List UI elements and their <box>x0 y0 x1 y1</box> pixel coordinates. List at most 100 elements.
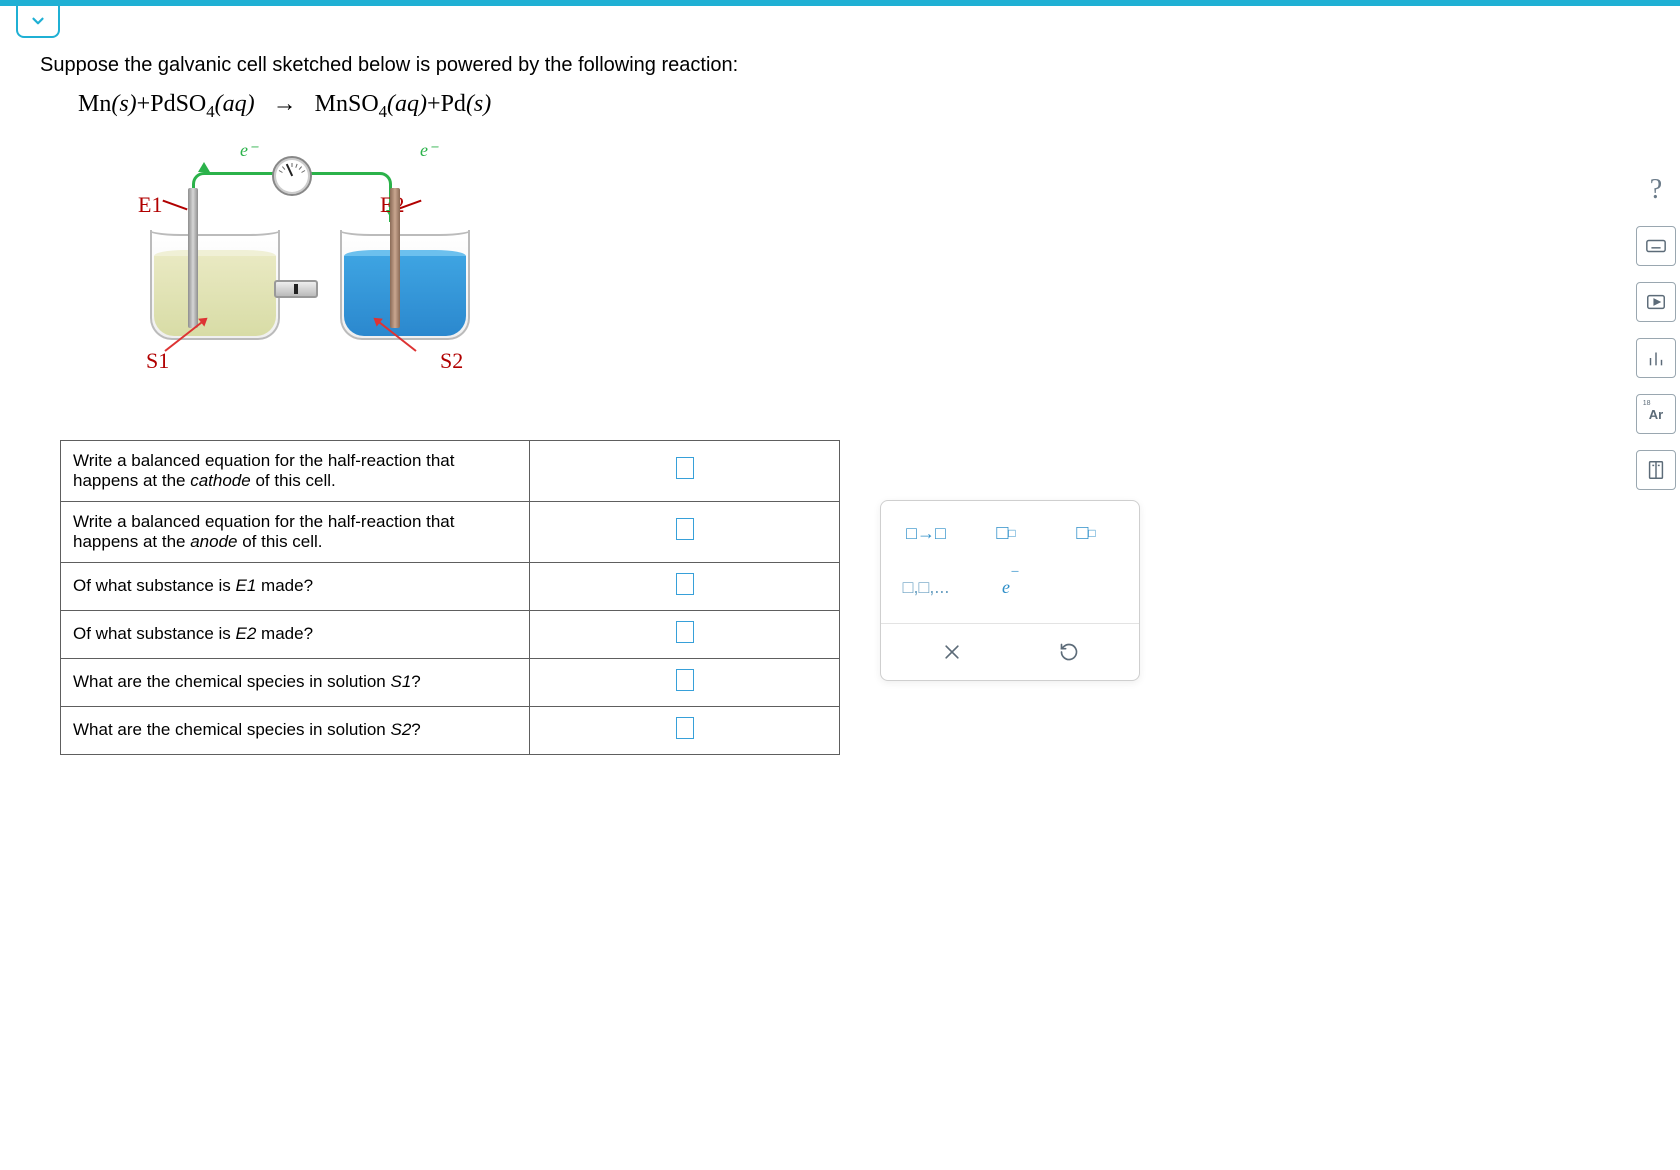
periodic-table-button[interactable]: 18Ar <box>1636 394 1676 434</box>
palette-sup-base: □ <box>1076 522 1088 545</box>
electron-label-right: e⁻ <box>420 140 438 161</box>
question-text-pre: Of what substance is <box>73 624 236 643</box>
periodic-symbol: Ar <box>1649 407 1663 422</box>
keyboard-icon <box>1645 235 1667 257</box>
periodic-atomic-num: 18 <box>1643 400 1651 407</box>
questions-table: Write a balanced equation for the half-r… <box>60 440 840 755</box>
palette-electron-bar: ‾ <box>1012 569 1018 590</box>
answer-cell <box>530 562 840 610</box>
answer-cell <box>530 658 840 706</box>
palette-sub-small: □ <box>1008 526 1015 540</box>
chevron-down-icon <box>29 12 47 30</box>
eq-mn: Mn <box>78 91 111 117</box>
answer-input[interactable] <box>676 518 694 540</box>
question-text-post: of this cell. <box>251 471 336 490</box>
question-text-pre: What are the chemical species in solutio… <box>73 672 391 691</box>
expand-dropdown-button[interactable] <box>16 6 60 38</box>
answer-input[interactable] <box>676 669 694 691</box>
palette-arrow-button[interactable]: □→□ <box>901 515 951 551</box>
table-row: What are the chemical species in solutio… <box>61 658 840 706</box>
question-variable: anode <box>190 532 237 551</box>
beaker-rim-1 <box>150 230 280 236</box>
question-cell: What are the chemical species in solutio… <box>61 658 530 706</box>
question-cell: What are the chemical species in solutio… <box>61 706 530 754</box>
x-icon <box>942 642 962 662</box>
solution-s2 <box>344 256 466 336</box>
answer-input[interactable] <box>676 457 694 479</box>
eq-plus2: + <box>427 91 441 117</box>
galvanic-cell-diagram: e⁻ e⁻ E1 E2 <box>80 140 500 400</box>
question-text-post: of this cell. <box>238 532 323 551</box>
table-row: What are the chemical species in solutio… <box>61 706 840 754</box>
eq-state-s2: (s) <box>466 91 491 117</box>
solution-label-s2: S2 <box>440 348 463 374</box>
question-text-post: ? <box>411 720 420 739</box>
palette-electron-button[interactable]: e‾ <box>981 569 1031 605</box>
video-button[interactable] <box>1636 282 1676 322</box>
eq-plus1: + <box>137 91 151 117</box>
question-variable: S1 <box>391 672 412 691</box>
answer-input[interactable] <box>676 621 694 643</box>
data-button[interactable] <box>1636 338 1676 378</box>
question-text-pre: What are the chemical species in solutio… <box>73 720 391 739</box>
eq-pdso: PdSO <box>150 91 206 117</box>
answer-cell <box>530 501 840 562</box>
bar-chart-icon <box>1645 347 1667 369</box>
answer-cell <box>530 440 840 501</box>
question-text-post: made? <box>256 576 313 595</box>
palette-subscript-button[interactable]: □□ <box>981 515 1031 551</box>
question-text-pre: Of what substance is <box>73 576 236 595</box>
palette-list-label: □,□,... <box>903 577 950 598</box>
play-icon <box>1645 291 1667 313</box>
solution-label-s1: S1 <box>146 348 169 374</box>
eq-state-aq1: (aq) <box>215 91 255 117</box>
answer-cell <box>530 610 840 658</box>
periodic-icon: 18Ar <box>1649 407 1663 422</box>
table-row: Of what substance is E1 made? <box>61 562 840 610</box>
help-button[interactable]: ? <box>1636 170 1676 210</box>
symbol-palette: □→□ □□ □□ □,□,... e‾ <box>880 500 1140 681</box>
eq-arrow: → <box>273 91 297 117</box>
tools-sidebar: ? 18Ar <box>1636 170 1676 490</box>
wire-left <box>192 172 272 222</box>
table-row: Write a balanced equation for the half-r… <box>61 440 840 501</box>
question-cell: Of what substance is E1 made? <box>61 562 530 610</box>
voltmeter <box>272 156 312 196</box>
beaker-right <box>340 230 470 340</box>
beaker-rim-2 <box>340 230 470 236</box>
constants-button[interactable] <box>1636 450 1676 490</box>
eq-mnso: MnSO <box>315 91 379 117</box>
palette-sup-small: □ <box>1088 526 1095 540</box>
palette-sub-base: □ <box>996 522 1008 545</box>
electrode-e2 <box>390 188 400 328</box>
solution-s1 <box>154 256 276 336</box>
answer-cell <box>530 706 840 754</box>
question-prompt: Suppose the galvanic cell sketched below… <box>40 54 1600 77</box>
undo-icon <box>1059 642 1079 662</box>
label-pointer-e1 <box>162 199 187 210</box>
palette-divider <box>881 623 1139 624</box>
palette-list-button[interactable]: □,□,... <box>901 569 951 605</box>
reaction-equation: Mn(s)+PdSO4(aq) → MnSO4(aq)+Pd(s) <box>78 91 1600 122</box>
palette-reset-button[interactable] <box>1047 634 1091 670</box>
answer-input[interactable] <box>676 573 694 595</box>
electron-label-left: e⁻ <box>240 140 258 161</box>
eq-sub4-2: 4 <box>379 102 387 121</box>
eq-sub4-1: 4 <box>206 102 214 121</box>
table-row: Of what substance is E2 made? <box>61 610 840 658</box>
question-text-post: made? <box>256 624 313 643</box>
table-row: Write a balanced equation for the half-r… <box>61 501 840 562</box>
question-cell: Write a balanced equation for the half-r… <box>61 501 530 562</box>
palette-superscript-button[interactable]: □□ <box>1061 515 1111 551</box>
answer-input[interactable] <box>676 717 694 739</box>
question-cell: Of what substance is E2 made? <box>61 610 530 658</box>
keyboard-button[interactable] <box>1636 226 1676 266</box>
eq-state-s1: (s) <box>111 91 136 117</box>
book-icon <box>1645 459 1667 481</box>
palette-electron-e: e <box>1002 577 1010 597</box>
question-variable: E2 <box>236 624 257 643</box>
palette-clear-button[interactable] <box>930 634 974 670</box>
question-variable: cathode <box>190 471 251 490</box>
eq-pd: Pd <box>441 91 466 117</box>
help-icon: ? <box>1650 174 1662 206</box>
